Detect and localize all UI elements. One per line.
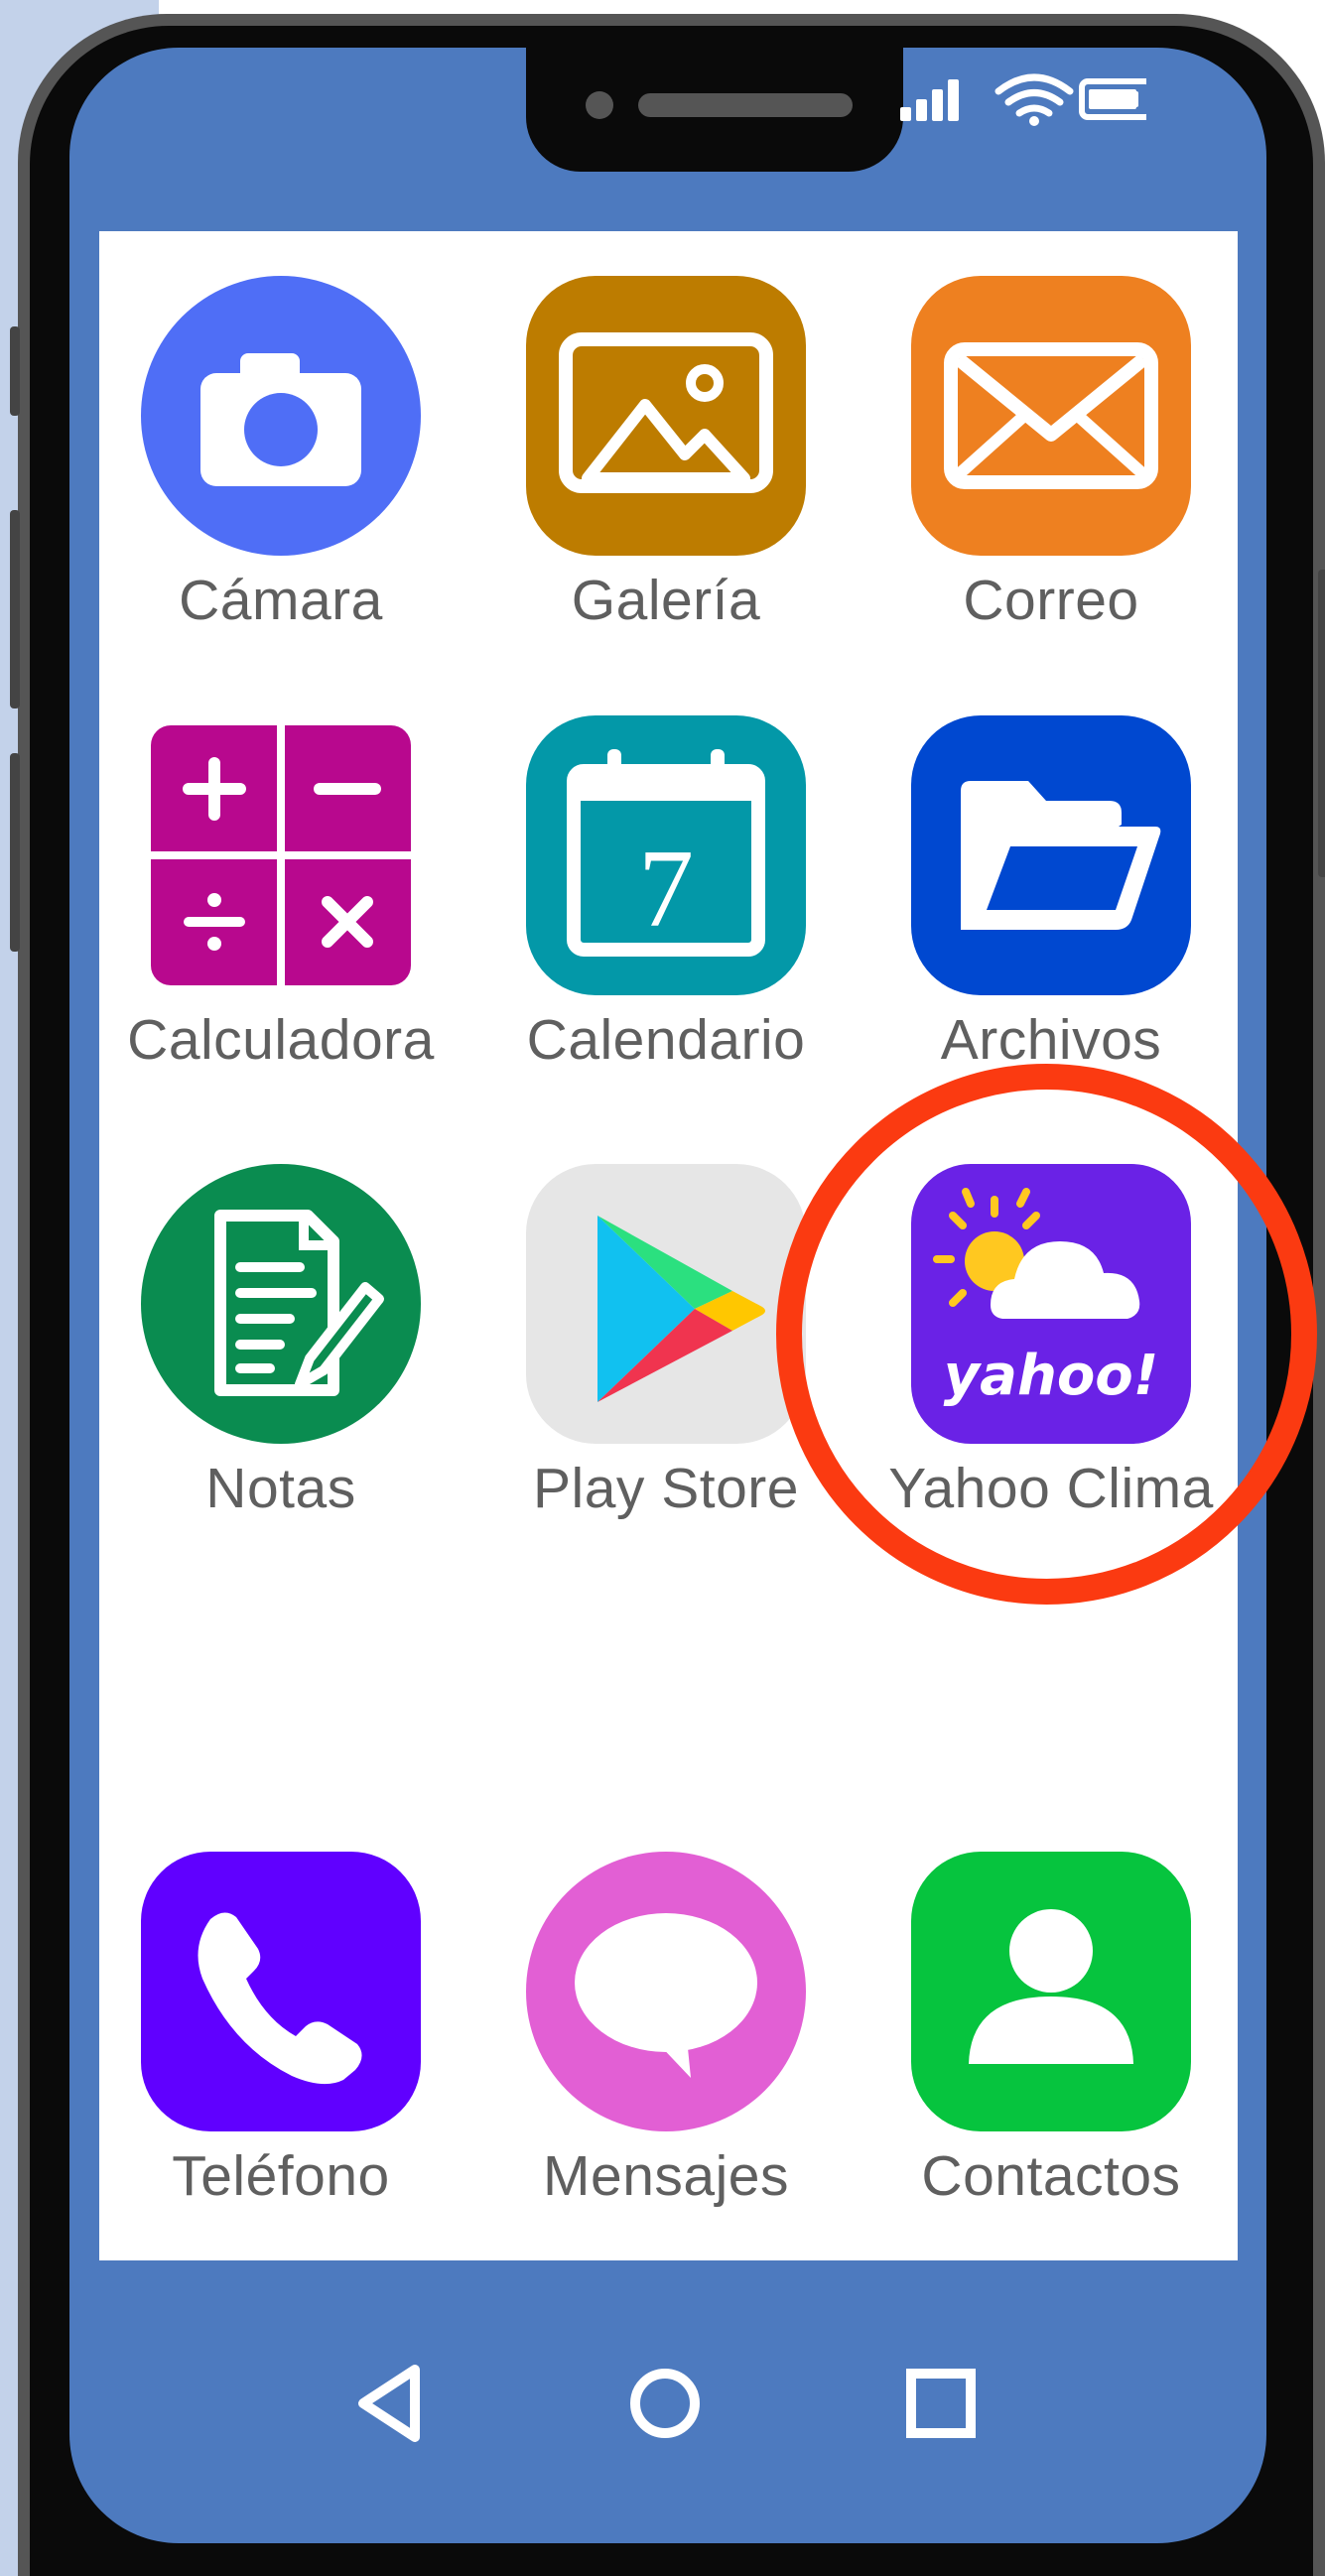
messages-icon (526, 1852, 806, 2131)
app-files[interactable]: Archivos (887, 715, 1215, 1073)
app-play-store[interactable]: Play Store (502, 1164, 830, 1521)
volume-down-button (10, 753, 20, 952)
app-phone[interactable]: Teléfono (117, 1852, 445, 2209)
navigation-bar (0, 2260, 1325, 2558)
wifi-icon (994, 73, 1074, 126)
app-label-notes: Notas (205, 1457, 356, 1520)
calendar-icon: 7 (526, 715, 806, 995)
home-icon[interactable] (630, 2369, 700, 2438)
front-camera (586, 91, 613, 119)
volume-up-button (10, 510, 20, 708)
play-store-icon (526, 1164, 806, 1444)
app-notes[interactable]: Notas (117, 1164, 445, 1521)
battery-icon (1079, 78, 1154, 120)
notes-icon (141, 1164, 421, 1444)
app-label-gallery: Galería (571, 569, 761, 632)
app-label-files: Archivos (940, 1008, 1162, 1072)
app-messages[interactable]: Mensajes (502, 1852, 830, 2209)
folder-icon (911, 715, 1191, 995)
mail-icon (911, 276, 1191, 556)
home-screen-app-grid: Cámara Galería Correo Calculadora 7 Cale… (99, 231, 1238, 2260)
app-label-camera: Cámara (179, 569, 383, 632)
app-label-calculator: Calculadora (127, 1008, 435, 1072)
camera-icon (141, 276, 421, 556)
yahoo-logo: yahoo! (944, 1344, 1159, 1408)
side-button (10, 326, 20, 416)
app-mail[interactable]: Correo (887, 276, 1215, 633)
calendar-day: 7 (638, 828, 694, 951)
status-bar (829, 69, 1154, 129)
yahoo-weather-icon: yahoo! (911, 1164, 1191, 1444)
app-label-messages: Mensajes (543, 2144, 789, 2208)
contacts-icon (911, 1852, 1191, 2131)
app-camera[interactable]: Cámara (117, 276, 445, 633)
calculator-icon (141, 715, 421, 995)
app-gallery[interactable]: Galería (502, 276, 830, 633)
phone-icon (141, 1852, 421, 2131)
app-yahoo-weather[interactable]: yahoo! Yahoo Clima (887, 1164, 1215, 1521)
app-label-calendar: Calendario (526, 1008, 806, 1072)
app-calculator[interactable]: Calculadora (117, 715, 445, 1073)
recents-icon[interactable] (906, 2369, 976, 2438)
gallery-icon (526, 276, 806, 556)
app-label-mail: Correo (963, 569, 1139, 632)
app-label-phone: Teléfono (172, 2144, 390, 2208)
earpiece-speaker (638, 93, 853, 117)
signal-icon (900, 79, 959, 121)
app-calendar[interactable]: 7 Calendario (502, 715, 830, 1073)
app-label-play-store: Play Store (533, 1457, 799, 1520)
back-icon[interactable] (358, 2365, 420, 2442)
app-label-yahoo-weather: Yahoo Clima (888, 1457, 1214, 1520)
app-contacts[interactable]: Contactos (887, 1852, 1215, 2209)
app-label-contacts: Contactos (921, 2144, 1181, 2208)
power-button (1318, 570, 1325, 877)
